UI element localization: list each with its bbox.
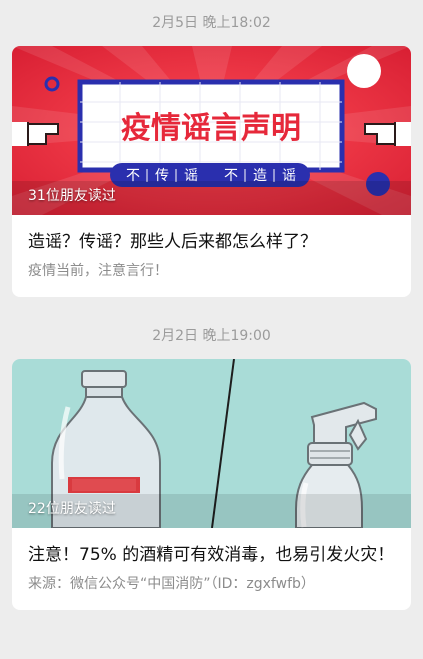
readers-count: 22位朋友读过	[28, 501, 116, 517]
cover-headline: 疫情谣言声明	[121, 111, 301, 146]
article-description: 疫情当前，注意言行！	[28, 263, 168, 279]
article-description: 来源：微信公众号“中国消防”（ID：zgxfwfb）	[28, 576, 315, 592]
article-cover-image[interactable]: 疫情谣言声明 不 传 谣 不 造 谣 31位朋友读过	[12, 46, 411, 215]
timestamp: 2月5日 晚上18:02	[152, 15, 271, 31]
timestamp: 2月2日 晚上19:00	[152, 328, 271, 344]
article-cover-image[interactable]: 22位朋友读过	[12, 359, 411, 528]
article-card[interactable]: 22位朋友读过 注意！75% 的酒精可有效消毒，也易引发火灾！ 来源：微信公众号…	[12, 359, 411, 610]
readers-count: 31位朋友读过	[28, 188, 116, 204]
article-title[interactable]: 造谣？传谣？那些人后来都怎么样了？	[28, 229, 395, 255]
article-card[interactable]: 疫情谣言声明 不 传 谣 不 造 谣 31位朋友读过 造谣？传谣？那些人后来都怎…	[12, 46, 411, 297]
article-title[interactable]: 注意！75% 的酒精可有效消毒，也易引发火灾！	[28, 542, 395, 568]
chat-feed: 2月5日 晚上18:02 疫情谣言声明 不 传 谣 不 造 谣 31位朋友读过 …	[0, 0, 423, 610]
